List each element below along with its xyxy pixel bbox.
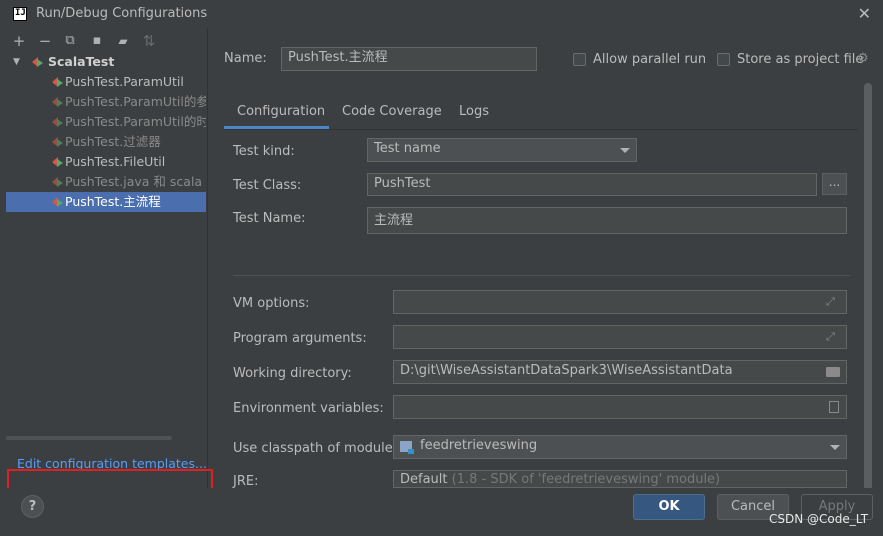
tree-root-scalatest[interactable]: ▼ ScalaTest: [0, 52, 206, 72]
program-arguments-label: Program arguments:: [233, 331, 367, 346]
section-divider: [233, 275, 850, 276]
test-kind-select[interactable]: Test name: [367, 138, 637, 162]
help-button[interactable]: ?: [21, 495, 44, 518]
gear-icon[interactable]: ⚙: [857, 51, 869, 66]
watermark: CSDN @Code_LT: [769, 512, 869, 526]
tree-item[interactable]: PushTest.java 和 scala 类: [0, 172, 206, 192]
test-kind-value: Test name: [374, 141, 441, 156]
allow-parallel-checkbox[interactable]: [573, 53, 586, 66]
classpath-module-select[interactable]: feedretrieveswing: [393, 435, 847, 459]
classpath-module-value: feedretrieveswing: [420, 438, 538, 453]
tree-item[interactable]: PushTest.过滤器: [0, 132, 206, 152]
app-icon-text: IJ: [15, 8, 26, 18]
environment-variables-label: Environment variables:: [233, 401, 384, 416]
tree-item-label: PushTest.FileUtil: [65, 154, 166, 169]
copy-icon[interactable]: ⧉: [61, 32, 79, 50]
jre-select[interactable]: Default (1.8 - SDK of 'feedretrieveswing…: [393, 470, 847, 488]
tree-item-label: PushTest.ParamUtil的时间: [65, 114, 206, 129]
allow-parallel-label[interactable]: Allow parallel run: [593, 52, 706, 67]
tree-item-label: PushTest.ParamUtil的参数: [65, 94, 206, 109]
window-title: Run/Debug Configurations: [36, 6, 208, 21]
vertical-scrollbar[interactable]: [864, 83, 872, 491]
working-directory-label: Working directory:: [233, 366, 352, 381]
scalatest-icon: [52, 157, 63, 167]
tab-separator: [224, 129, 858, 130]
tree-root-label: ScalaTest: [48, 54, 115, 69]
intellij-icon: IJ: [13, 7, 27, 21]
expand-icon[interactable]: ⤢: [826, 295, 835, 309]
program-arguments-input[interactable]: [393, 325, 847, 349]
tree-item[interactable]: PushTest.FileUtil: [0, 152, 206, 172]
classpath-module-label: Use classpath of module:: [233, 441, 398, 456]
tab-configuration[interactable]: Configuration: [237, 104, 325, 119]
sort-icon[interactable]: ⇅: [140, 32, 158, 50]
configurations-sidebar: + − ⧉ ▪ ▰ ⇅ ▼ ScalaTest PushTest.ParamUt…: [0, 28, 213, 512]
test-name-input[interactable]: 主流程: [367, 207, 847, 234]
browse-class-button[interactable]: ...: [822, 173, 847, 195]
test-class-label: Test Class:: [233, 178, 302, 193]
folder-icon[interactable]: [826, 367, 840, 377]
scalatest-icon: [52, 177, 63, 187]
sidebar-horizontal-scrollbar[interactable]: [6, 436, 172, 440]
vm-options-label: VM options:: [233, 296, 310, 311]
name-input[interactable]: PushTest.主流程: [281, 47, 537, 71]
module-icon: [400, 441, 414, 454]
add-icon[interactable]: +: [10, 32, 28, 50]
jre-hint: (1.8 - SDK of 'feedretrieveswing' module…: [451, 472, 721, 487]
vm-options-input[interactable]: [393, 290, 847, 314]
jre-label: JRE:: [233, 474, 259, 489]
tree-item-label: PushTest.java 和 scala 类: [65, 174, 206, 189]
tree-item[interactable]: PushTest.ParamUtil的参数: [0, 92, 206, 112]
remove-icon[interactable]: −: [36, 32, 54, 50]
ok-button[interactable]: OK: [633, 494, 705, 520]
store-project-checkbox[interactable]: [717, 53, 730, 66]
tree-item[interactable]: PushTest.ParamUtil: [0, 72, 206, 92]
scalatest-icon: [52, 97, 63, 107]
new-folder-icon[interactable]: ▰: [114, 32, 132, 50]
chevron-down-icon[interactable]: ▼: [13, 52, 20, 72]
document-icon[interactable]: [829, 401, 839, 413]
tree-item-selected[interactable]: PushTest.主流程: [6, 192, 206, 212]
close-icon[interactable]: ✕: [858, 4, 871, 23]
expand-icon[interactable]: ⤢: [826, 330, 835, 344]
test-name-label: Test Name:: [233, 211, 306, 226]
environment-variables-input[interactable]: [393, 395, 847, 419]
working-directory-input[interactable]: D:\git\WiseAssistantDataSpark3\WiseAssis…: [393, 360, 847, 384]
test-kind-label: Test kind:: [233, 144, 295, 159]
tree-item-label: PushTest.过滤器: [65, 134, 161, 149]
tree-item-label: PushTest.主流程: [65, 194, 161, 209]
chevron-down-icon[interactable]: [830, 445, 840, 450]
save-icon[interactable]: ▪: [88, 32, 106, 50]
scalatest-icon: [52, 117, 63, 127]
scalatest-icon: [52, 137, 63, 147]
tab-logs[interactable]: Logs: [459, 104, 489, 119]
scalatest-icon: [52, 197, 63, 207]
chevron-down-icon[interactable]: [620, 148, 630, 153]
name-label: Name:: [224, 51, 267, 66]
tree-item-label: PushTest.ParamUtil: [65, 74, 184, 89]
tree-item[interactable]: PushTest.ParamUtil的时间: [0, 112, 206, 132]
store-project-label[interactable]: Store as project file: [737, 52, 863, 67]
tab-code-coverage[interactable]: Code Coverage: [342, 104, 442, 119]
test-class-input[interactable]: PushTest: [367, 173, 817, 196]
background-console-strip: [0, 527, 620, 536]
title-bar: IJ Run/Debug Configurations ✕: [0, 0, 883, 28]
jre-value: Default: [400, 472, 448, 487]
scalatest-icon: [52, 77, 63, 87]
scalatest-icon: [32, 57, 43, 67]
